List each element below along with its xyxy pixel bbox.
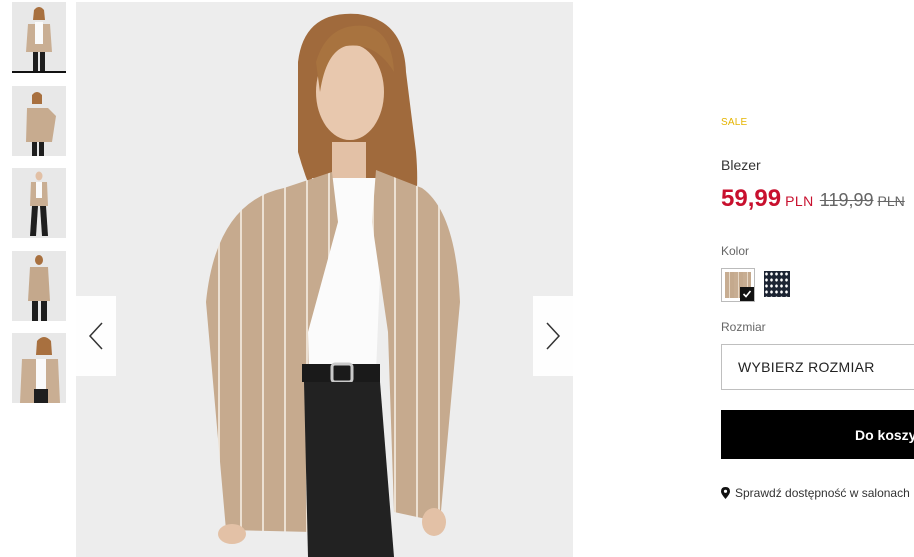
size-label: Rozmiar — [721, 320, 766, 334]
size-select-value: WYBIERZ ROZMIAR — [738, 359, 875, 375]
color-label: Kolor — [721, 244, 750, 258]
chevron-left-icon — [88, 322, 103, 350]
store-availability-text: Sprawdź dostępność w salonach — [735, 486, 910, 500]
thumbnail-5[interactable] — [12, 333, 66, 403]
price-row: 59,99 PLN 119,99 PLN — [721, 185, 905, 213]
sale-price-currency: PLN — [785, 193, 814, 209]
size-select[interactable]: WYBIERZ ROZMIAR — [721, 344, 914, 390]
color-swatch-navy[interactable] — [761, 268, 795, 302]
product-info-panel: SALE Blezer 59,99 PLN 119,99 PLN Kolor Rozm… — [721, 0, 914, 557]
swatch-pattern — [764, 271, 790, 297]
old-price: 119,99 — [819, 190, 874, 210]
chevron-right-icon — [546, 322, 561, 350]
add-to-cart-label: Do koszyka — [855, 426, 914, 443]
map-pin-icon — [721, 487, 730, 499]
thumbnail-4[interactable] — [12, 251, 66, 321]
check-icon — [740, 287, 754, 301]
model-photo — [76, 2, 573, 557]
product-name: Blezer — [721, 157, 761, 173]
color-swatch-beige[interactable] — [721, 268, 755, 302]
thumbnail-2[interactable] — [12, 86, 66, 156]
sale-price: 59,99 — [721, 185, 782, 212]
old-price-currency: PLN — [877, 193, 905, 209]
active-thumbnail-indicator — [12, 71, 66, 73]
next-image-button[interactable] — [533, 296, 573, 376]
store-availability-link[interactable]: Sprawdź dostępność w salonach — [721, 486, 910, 500]
prev-image-button[interactable] — [76, 296, 116, 376]
thumbnail-3[interactable] — [12, 168, 66, 238]
add-to-cart-button[interactable]: Do koszyka — [721, 410, 914, 459]
sale-badge: SALE — [721, 117, 748, 128]
thumbnail-1[interactable] — [12, 2, 66, 72]
main-product-image — [76, 2, 573, 557]
